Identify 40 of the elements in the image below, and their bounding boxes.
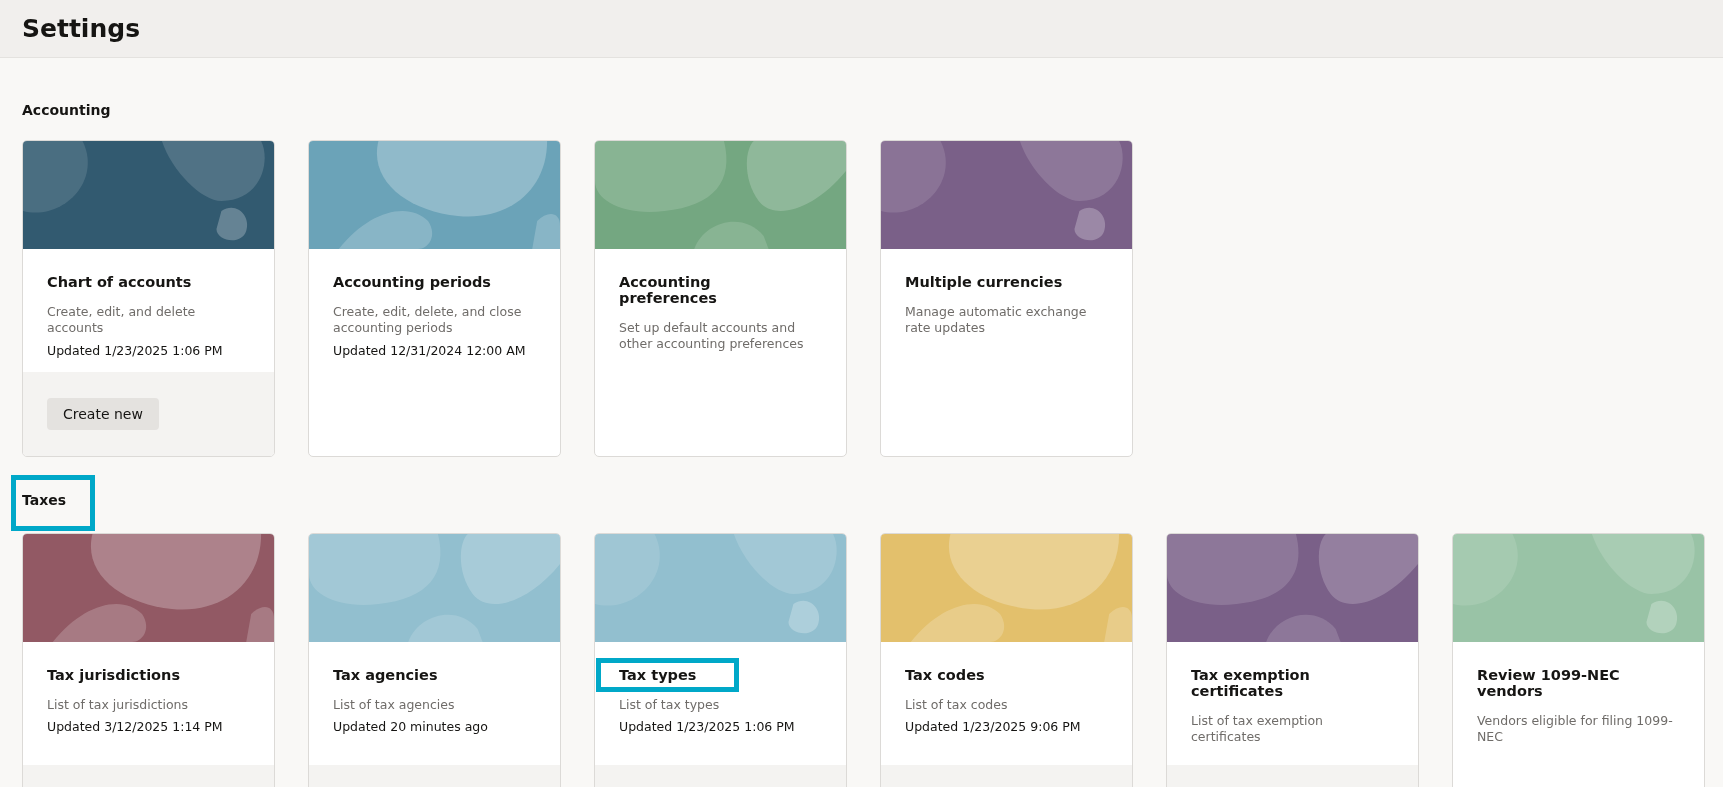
- card-title: Tax exemption certificates: [1190, 665, 1311, 701]
- card-title: Chart of accounts: [46, 273, 193, 292]
- card-description: Vendors eligible for filing 1099-NEC: [1477, 712, 1674, 745]
- card-description: Create, edit, delete, and close accounting periods: [333, 304, 523, 337]
- settings-card[interactable]: Tax agencies List of tax agencies Updated 20 minutes ago: [308, 532, 561, 787]
- card-title: Tax codes: [904, 665, 986, 685]
- settings-card[interactable]: Tax exemption certificates List of tax exemption certificates: [1166, 532, 1419, 787]
- settings-card[interactable]: Review 1099-NEC vendors Vendors eligible for filing 1099-NEC: [1452, 532, 1705, 787]
- card-title: Tax jurisdictions: [46, 665, 181, 685]
- card-description: List of tax codes: [905, 696, 1009, 713]
- card-description: Manage automatic exchange rate updates: [905, 304, 1088, 337]
- updated-timestamp: Updated 1/23/2025 1:06 PM: [619, 718, 796, 734]
- page-title: Settings: [22, 14, 140, 43]
- card-title: Accounting preferences: [618, 273, 718, 308]
- card-description: List of tax jurisdictions: [47, 696, 190, 713]
- card-title: Tax types: [596, 657, 740, 692]
- card-title: Multiple currencies: [904, 273, 1064, 292]
- updated-timestamp: Updated 20 minutes ago: [333, 718, 489, 734]
- settings-card[interactable]: Accounting preferences Set up default accounts and other accounting preferences: [594, 140, 847, 457]
- settings-card[interactable]: Tax jurisdictions List of tax jurisdictions Updated 3/12/2025 1:14 PM: [22, 532, 275, 787]
- card-title: Review 1099-NEC vendors: [1476, 665, 1621, 701]
- card-description: Set up default accounts and other accounting preferences: [619, 320, 805, 353]
- card-description: Create, edit, and delete accounts: [47, 304, 197, 337]
- updated-timestamp: Updated 3/12/2025 1:14 PM: [47, 718, 224, 734]
- card-description: List of tax types: [619, 696, 721, 713]
- updated-timestamp: Updated 1/23/2025 9:06 PM: [905, 718, 1082, 734]
- card-title: Tax agencies: [332, 665, 439, 685]
- create-new-button[interactable]: Create new: [47, 397, 159, 430]
- card-description: List of tax agencies: [333, 696, 456, 713]
- updated-timestamp: Updated 12/31/2024 12:00 AM: [333, 342, 527, 358]
- settings-card[interactable]: Chart of accounts Create, edit, and delete accounts Updated 1/23/2025 1:06 PM Create new: [22, 140, 275, 457]
- section-title: Accounting: [21, 101, 112, 120]
- section-title: Taxes: [11, 474, 96, 531]
- settings-card[interactable]: Accounting periods Create, edit, delete, and close accounting periods Updated 12/31/2024 12:00 AM: [308, 140, 561, 457]
- card-description: List of tax exemption certificates: [1191, 712, 1324, 745]
- settings-card[interactable]: Tax codes List of tax codes Updated 1/23/2025 9:06 PM: [880, 532, 1133, 787]
- card-title: Accounting periods: [332, 273, 492, 292]
- updated-timestamp: Updated 1/23/2025 1:06 PM: [47, 342, 224, 358]
- settings-card[interactable]: Tax types List of tax types Updated 1/23/2025 1:06 PM: [594, 532, 847, 787]
- settings-card[interactable]: Multiple currencies Manage automatic exchange rate updates: [880, 140, 1133, 457]
